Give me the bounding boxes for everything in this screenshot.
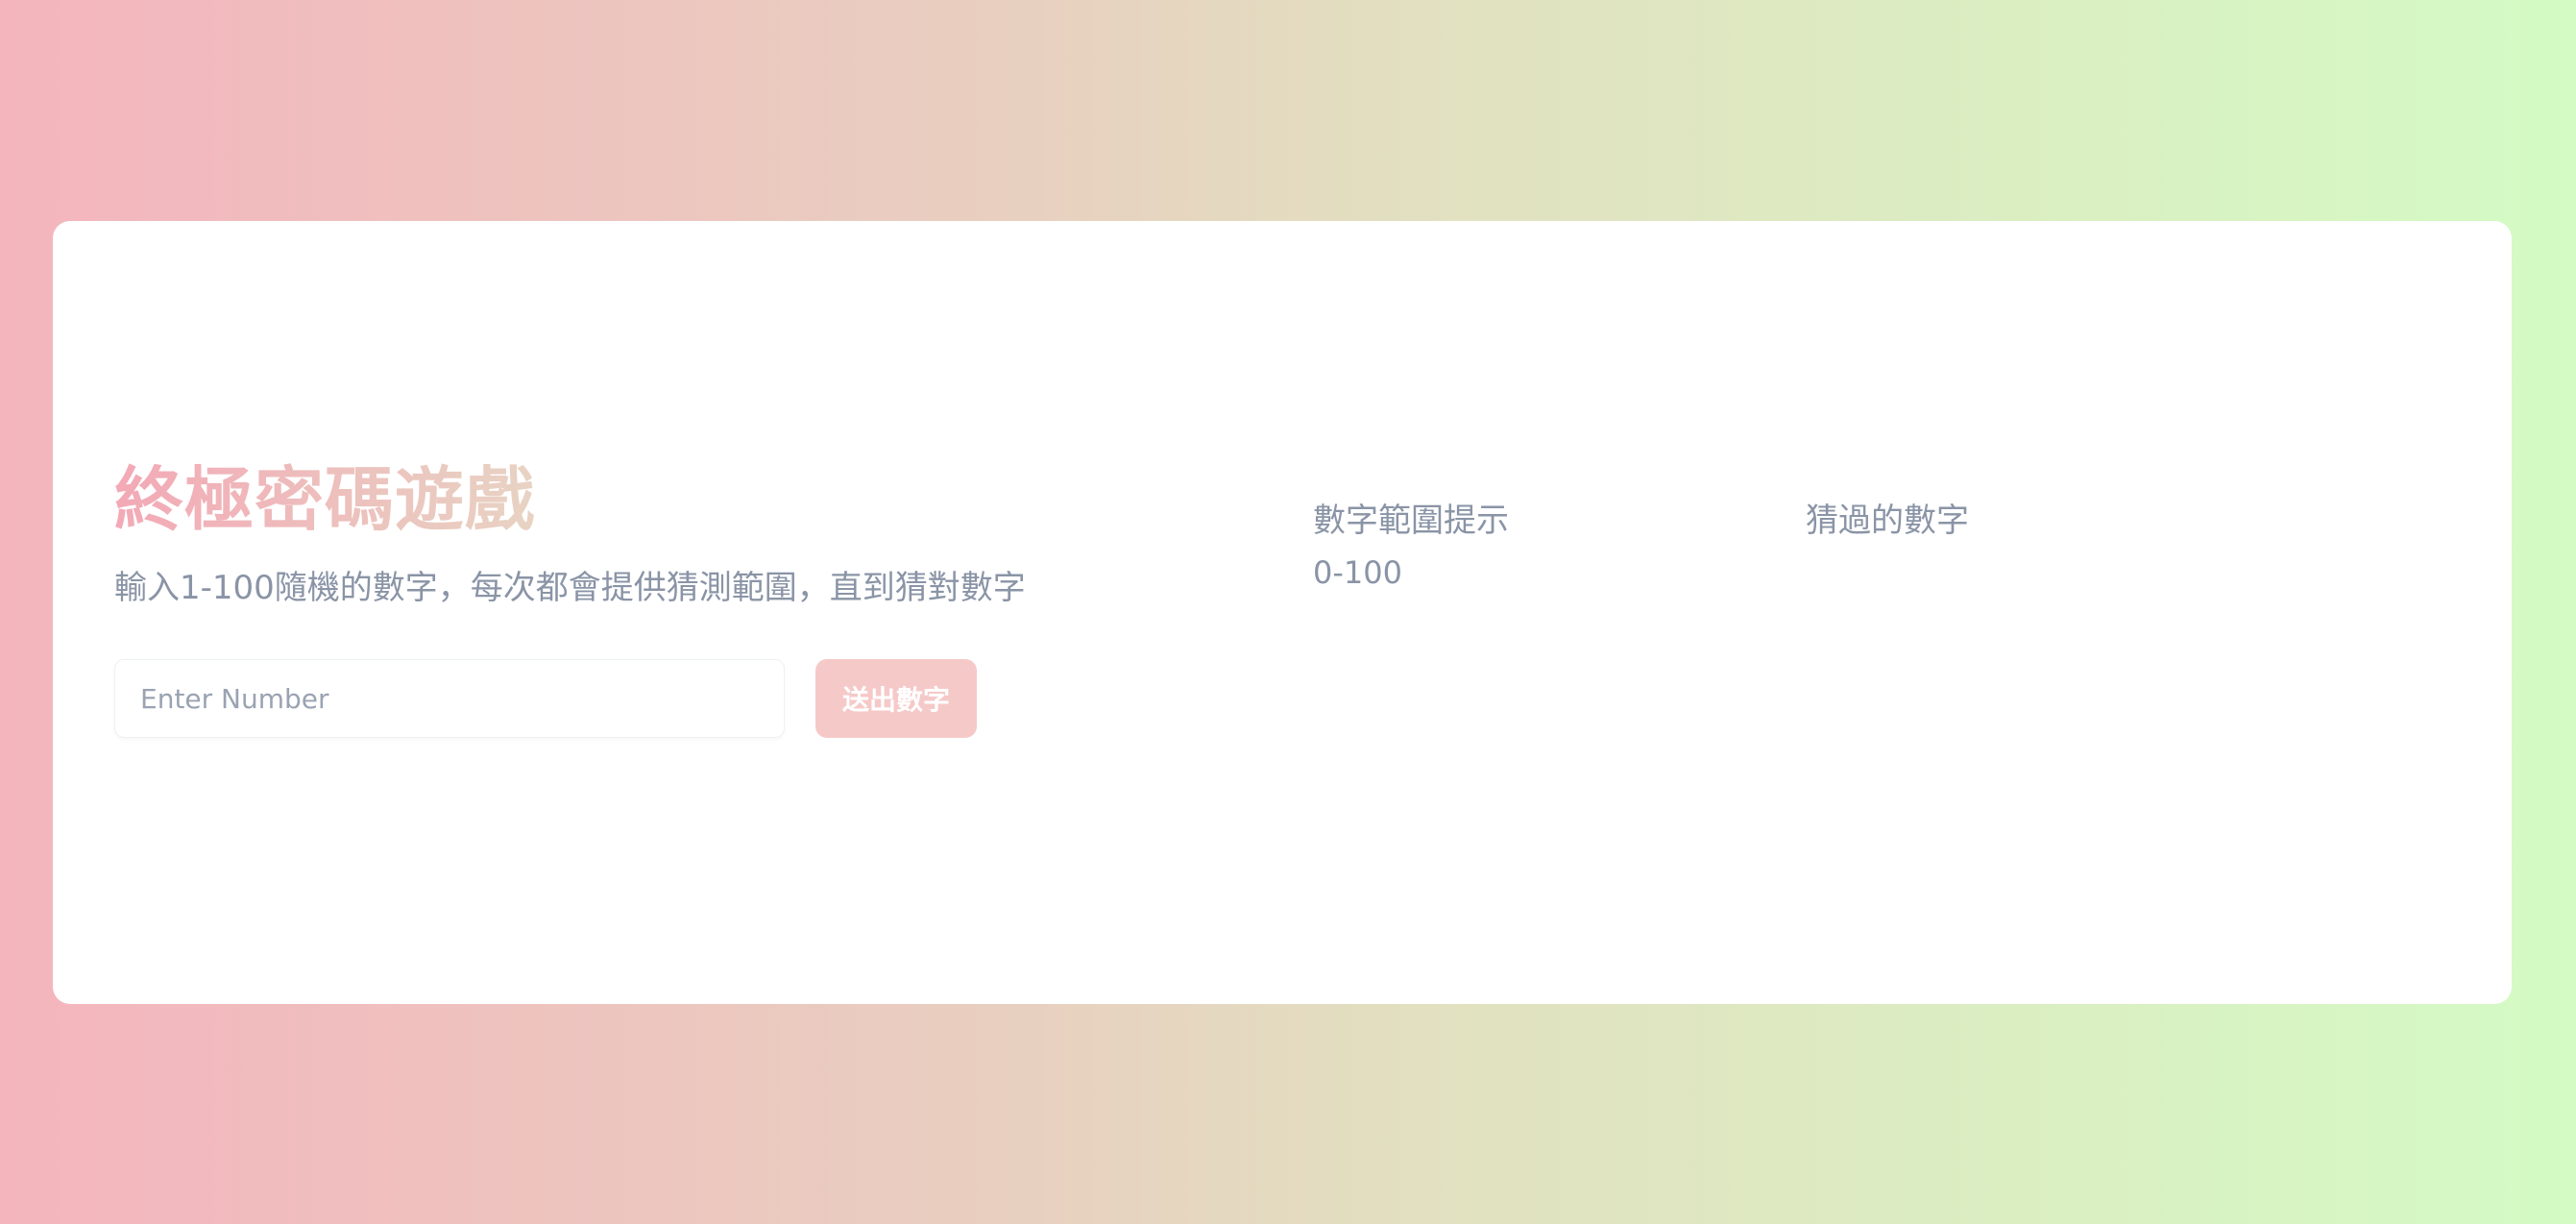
submit-number-button[interactable]: 送出數字 [815,659,977,738]
guessed-numbers-heading: 猜過的數字 [1806,502,1969,540]
game-description: 輸入1-100隨機的數字，每次都會提供猜測範圍，直到猜對數字 [114,569,1026,607]
game-card: 終極密碼遊戲 輸入1-100隨機的數字，每次都會提供猜測範圍，直到猜對數字 送出… [53,221,2512,1004]
range-hint-value: 0-100 [1313,554,1402,591]
game-intro: 終極密碼遊戲 輸入1-100隨機的數字，每次都會提供猜測範圍，直到猜對數字 送出… [114,461,1219,738]
range-hint-section: 數字範圍提示 0-100 [1313,500,1509,592]
guess-form: 送出數字 [114,659,1219,738]
range-hint-heading: 數字範圍提示 [1313,502,1509,540]
guessed-numbers-section: 猜過的數字 [1806,500,1969,553]
number-input[interactable] [114,659,785,738]
page-title: 終極密碼遊戲 [114,459,536,540]
